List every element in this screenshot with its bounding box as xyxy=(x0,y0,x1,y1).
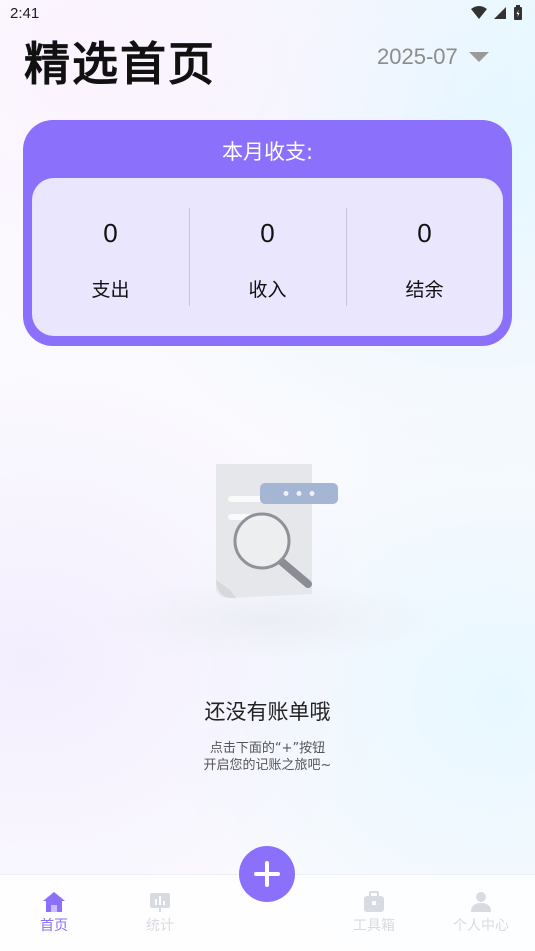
nav-item-profile[interactable]: 个人中心 xyxy=(441,891,521,935)
month-value: 2025-07 xyxy=(377,44,458,69)
summary-expense: 0 支出 xyxy=(32,178,189,336)
wifi-icon xyxy=(471,6,487,19)
nav-item-home[interactable]: 首页 xyxy=(14,891,94,935)
status-bar: 2:41 xyxy=(0,0,535,30)
nav-label-toolbox: 工具箱 xyxy=(353,918,395,934)
balance-label: 结余 xyxy=(405,279,444,301)
status-icons xyxy=(471,5,523,21)
plus-icon xyxy=(254,861,280,887)
summary-title: 本月收支: xyxy=(221,140,314,164)
chevron-down-icon xyxy=(468,52,489,62)
chart-icon xyxy=(150,893,170,912)
monthly-summary-card: 本月收支: 0 支出 0 收入 0 结余 xyxy=(23,120,512,346)
expense-label: 支出 xyxy=(91,279,130,301)
nav-label-profile: 个人中心 xyxy=(453,918,509,934)
home-icon xyxy=(43,892,65,912)
nav-label-home: 首页 xyxy=(40,918,68,934)
page-title: 精选首页 xyxy=(24,37,216,91)
nav-label-stats: 统计 xyxy=(146,918,174,934)
add-record-button[interactable] xyxy=(239,846,295,902)
expense-value: 0 xyxy=(103,218,118,248)
income-value: 0 xyxy=(260,218,275,248)
toolbox-icon xyxy=(364,891,384,912)
month-picker[interactable]: 2025-07 xyxy=(377,44,490,70)
summary-stats: 0 支出 0 收入 0 结余 xyxy=(32,178,503,336)
person-icon xyxy=(471,892,491,912)
balance-value: 0 xyxy=(417,218,432,248)
nav-item-toolbox[interactable]: 工具箱 xyxy=(334,891,414,935)
empty-state-title: 还没有账单哦 xyxy=(204,700,331,724)
income-label: 收入 xyxy=(248,279,287,301)
empty-hint-line2: 开启您的记账之旅吧~ xyxy=(203,758,332,773)
nav-item-stats[interactable]: 统计 xyxy=(120,891,200,935)
empty-document-search-illustration xyxy=(95,464,445,660)
signal-icon xyxy=(494,7,506,19)
empty-state-hint: 点击下面的“+”按钮 开启您的记账之旅吧~ xyxy=(0,740,535,774)
summary-income: 0 收入 xyxy=(189,178,346,336)
battery-icon xyxy=(514,5,522,20)
summary-balance: 0 结余 xyxy=(346,178,503,336)
empty-hint-line1: 点击下面的“+”按钮 xyxy=(209,741,326,756)
status-time: 2:41 xyxy=(10,5,40,22)
